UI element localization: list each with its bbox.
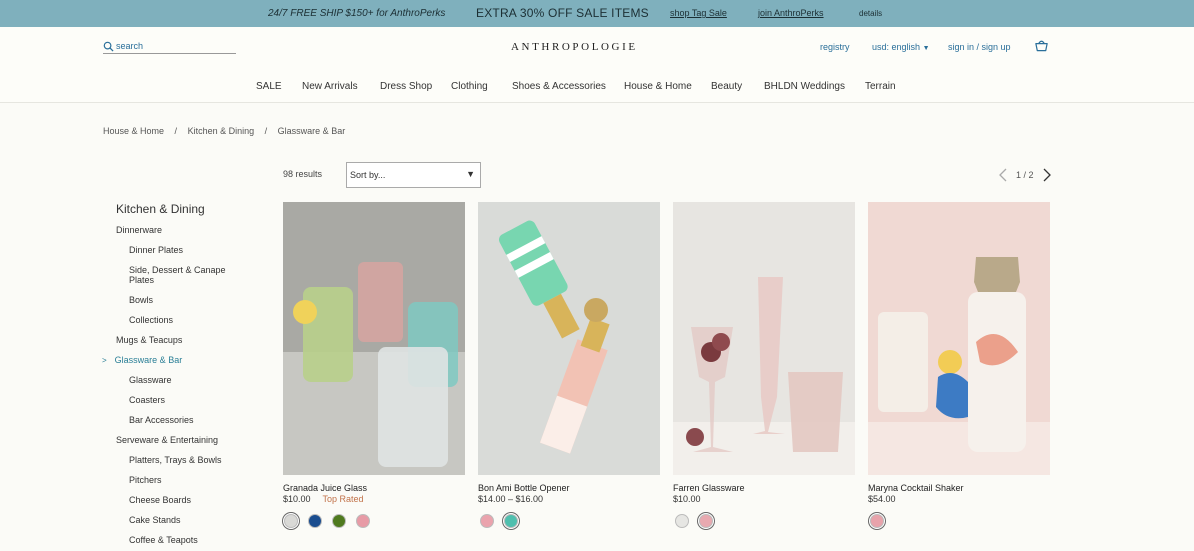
currency-selector[interactable]: usd: english ▼ (872, 42, 930, 52)
breadcrumb-glassware-bar[interactable]: Glassware & Bar (278, 126, 346, 136)
page-indicator: 1 / 2 (1016, 170, 1034, 180)
product-image[interactable] (283, 202, 465, 475)
color-swatch[interactable] (308, 514, 322, 528)
product-card[interactable]: Bon Ami Bottle Opener $14.00 – $16.00 (478, 202, 660, 528)
product-card[interactable]: Granada Juice Glass $10.00 Top Rated (283, 202, 465, 528)
sidebar-item-cheese-boards[interactable]: Cheese Boards (129, 495, 191, 505)
promo-sale: EXTRA 30% OFF SALE ITEMS (476, 6, 649, 20)
product-price: $14.00 – $16.00 (478, 494, 544, 504)
product-price: $10.00 (673, 494, 701, 504)
details-link[interactable]: details (859, 9, 882, 18)
chevron-right-icon[interactable] (1042, 167, 1052, 183)
product-image[interactable] (673, 202, 855, 475)
sidebar-item-bowls[interactable]: Bowls (129, 295, 153, 305)
color-swatch[interactable] (284, 514, 298, 528)
registry-link[interactable]: registry (820, 42, 850, 52)
nav-dress-shop[interactable]: Dress Shop (380, 81, 432, 92)
nav-shoes-accessories[interactable]: Shoes & Accessories (512, 81, 606, 92)
shopping-basket-icon[interactable] (1034, 38, 1049, 53)
promo-bar: 24/7 FREE SHIP $150+ for AnthroPerks EXT… (0, 0, 1194, 27)
nav-house-home[interactable]: House & Home (624, 81, 692, 92)
price-value: $10.00 (283, 494, 311, 504)
product-name[interactable]: Farren Glassware (673, 483, 745, 493)
logo[interactable]: ANTHROPOLOGIE (511, 41, 638, 53)
chevron-down-icon: ▼ (922, 45, 930, 52)
color-swatch[interactable] (356, 514, 370, 528)
main-nav: SALE New Arrivals Dress Shop Clothing Sh… (0, 81, 1194, 95)
product-name[interactable]: Granada Juice Glass (283, 483, 367, 493)
nav-beauty[interactable]: Beauty (711, 81, 742, 92)
sidebar-item-platters[interactable]: Platters, Trays & Bowls (129, 455, 222, 465)
sidebar-item-pitchers[interactable]: Pitchers (129, 475, 162, 485)
sidebar-item-coffee-teapots[interactable]: Coffee & Teapots (129, 535, 198, 545)
color-swatch[interactable] (870, 514, 884, 528)
sidebar-item-coasters[interactable]: Coasters (129, 395, 165, 405)
breadcrumb-kitchen-dining[interactable]: Kitchen & Dining (188, 126, 255, 136)
chevron-left-icon[interactable] (998, 167, 1008, 183)
site-header: ANTHROPOLOGIE registry usd: english ▼ si… (0, 27, 1194, 103)
breadcrumb-separator: / (264, 126, 268, 136)
promo-free-ship: 24/7 FREE SHIP $150+ for AnthroPerks (268, 8, 446, 19)
color-swatch[interactable] (699, 514, 713, 528)
product-card[interactable]: Farren Glassware $10.00 (673, 202, 855, 528)
product-image[interactable] (868, 202, 1050, 475)
sidebar-item-glassware[interactable]: Glassware (129, 375, 172, 385)
sidebar-item-collections[interactable]: Collections (129, 315, 173, 325)
results-count: 98 results (283, 169, 323, 179)
sidebar-item-serveware[interactable]: Serveware & Entertaining (116, 435, 218, 445)
chevron-right-icon: > (102, 356, 107, 365)
nav-terrain[interactable]: Terrain (865, 81, 896, 92)
signin-link[interactable]: sign in / sign up (948, 42, 1011, 52)
search-input[interactable] (116, 41, 226, 51)
sidebar-heading[interactable]: Kitchen & Dining (116, 202, 205, 216)
product-name[interactable]: Bon Ami Bottle Opener (478, 483, 570, 493)
sidebar-item-side-dessert-canape[interactable]: Side, Dessert & Canape (129, 265, 226, 275)
search-icon[interactable] (103, 41, 114, 52)
product-price: $10.00 Top Rated (283, 494, 364, 504)
sidebar-item-bar-accessories[interactable]: Bar Accessories (129, 415, 194, 425)
sort-label: Sort by... (350, 170, 386, 180)
product-price: $54.00 (868, 494, 896, 504)
sort-select[interactable]: Sort by... ▼ (346, 162, 481, 188)
breadcrumb-house-home[interactable]: House & Home (103, 126, 164, 136)
nav-new-arrivals[interactable]: New Arrivals (302, 81, 358, 92)
currency-label: usd: english (872, 42, 921, 52)
color-swatch[interactable] (504, 514, 518, 528)
sidebar-item-cake-stands[interactable]: Cake Stands (129, 515, 181, 525)
nav-sale[interactable]: SALE (256, 81, 282, 92)
sidebar-item-glassware-bar[interactable]: > Glassware & Bar (102, 355, 182, 365)
product-image[interactable] (478, 202, 660, 475)
pagination: 1 / 2 (998, 166, 1052, 184)
sidebar-item-side-dessert-canape-plates[interactable]: Plates (129, 275, 154, 285)
join-anthroperks-link[interactable]: join AnthroPerks (758, 8, 824, 18)
nav-bhldn-weddings[interactable]: BHLDN Weddings (764, 81, 845, 92)
top-rated-badge: Top Rated (322, 494, 364, 504)
sidebar-item-dinner-plates[interactable]: Dinner Plates (129, 245, 183, 255)
product-name[interactable]: Maryna Cocktail Shaker (868, 483, 964, 493)
color-swatch[interactable] (332, 514, 346, 528)
shop-tag-sale-link[interactable]: shop Tag Sale (670, 8, 727, 18)
sidebar-item-label: Glassware & Bar (114, 355, 183, 365)
color-swatch[interactable] (675, 514, 689, 528)
product-card[interactable]: Maryna Cocktail Shaker $54.00 (868, 202, 1050, 528)
color-swatch[interactable] (480, 514, 494, 528)
sidebar-item-mugs-teacups[interactable]: Mugs & Teacups (116, 335, 182, 345)
breadcrumb-separator: / (174, 126, 178, 136)
dropdown-arrow-icon: ▼ (466, 169, 475, 179)
sidebar-item-dinnerware[interactable]: Dinnerware (116, 225, 162, 235)
nav-clothing[interactable]: Clothing (451, 81, 488, 92)
search-box (103, 39, 236, 54)
breadcrumb: House & Home / Kitchen & Dining / Glassw… (103, 126, 353, 136)
